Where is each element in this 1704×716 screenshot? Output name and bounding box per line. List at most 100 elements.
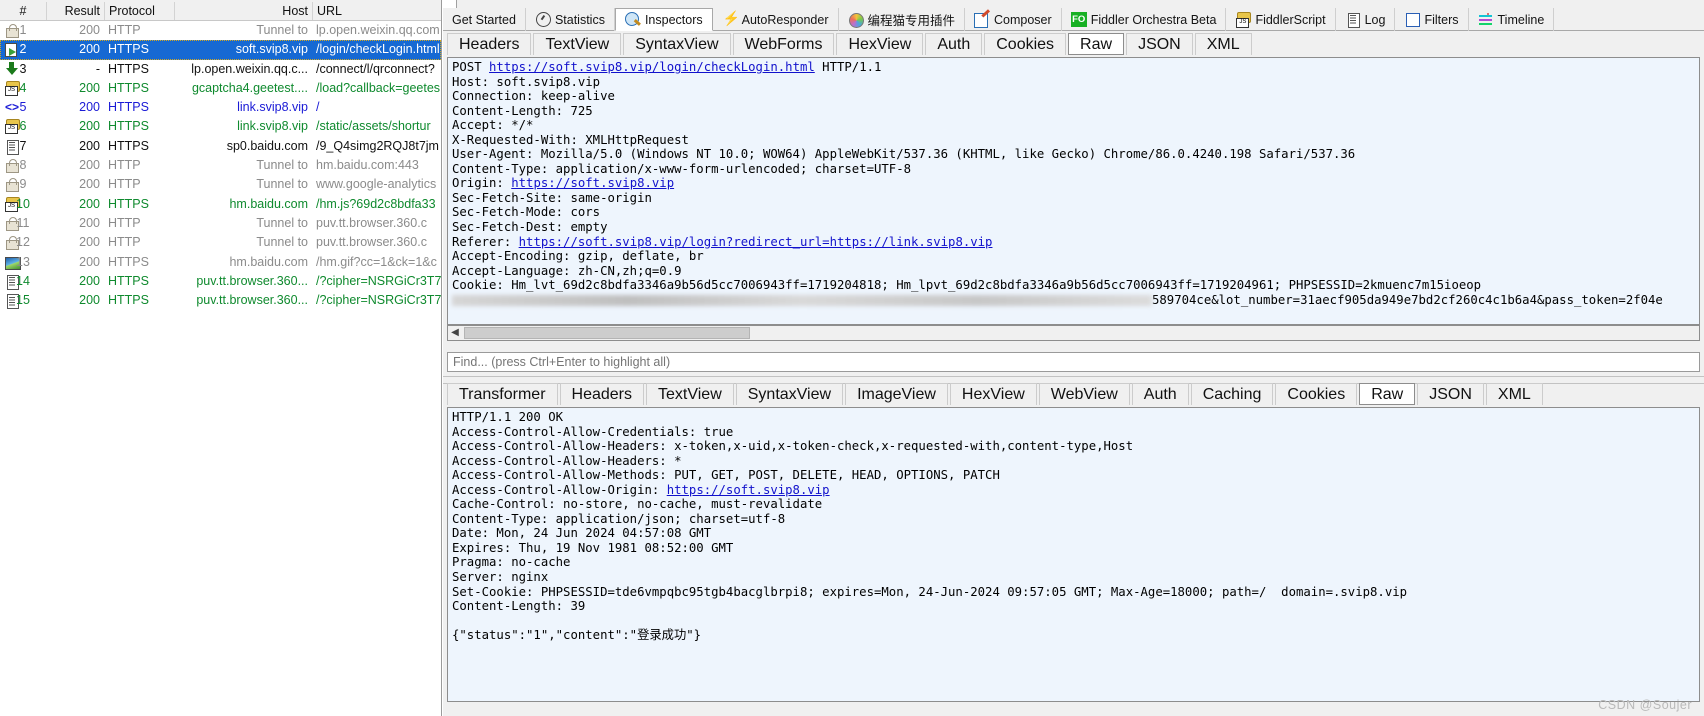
- column-header-num[interactable]: #: [0, 2, 46, 20]
- session-host: puv.tt.browser.360...: [196, 293, 308, 308]
- response-raw-line: Server: nginx: [452, 570, 549, 585]
- session-url: lp.open.weixin.qq.com: [316, 23, 440, 37]
- session-num: 7: [19, 138, 27, 153]
- request-tab-hexview[interactable]: HexView: [836, 33, 924, 55]
- request-tab-headers[interactable]: Headers: [447, 33, 532, 55]
- main-tab-filters[interactable]: Filters: [1395, 8, 1469, 31]
- stats-icon: [535, 11, 551, 28]
- session-url: /hm.gif?cc=1&ck=1&c: [316, 254, 437, 269]
- response-raw-line: Content-Type: application/json; charset=…: [452, 511, 786, 526]
- request-tab-json[interactable]: JSON: [1126, 33, 1193, 55]
- request-tab-syntaxview[interactable]: SyntaxView: [623, 33, 731, 55]
- response-raw-line: Access-Control-Allow-Methods: PUT, GET, …: [452, 468, 1000, 483]
- session-row[interactable]: 12 200 HTTP Tunnel to puv.tt.browser.360.c: [0, 233, 441, 252]
- response-raw-line: Pragma: no-cache: [452, 555, 571, 570]
- main-tab-inspectors[interactable]: Inspectors: [614, 8, 713, 31]
- request-raw-line: 589704ce&lot_number=31aecf905da949e7bd2c…: [452, 293, 1697, 308]
- session-num: 15: [16, 293, 30, 308]
- response-tab-caching[interactable]: Caching: [1190, 383, 1274, 405]
- session-row[interactable]: 13 200 HTTPS hm.baidu.com/hm.gif?cc=1&ck=1&…: [0, 253, 441, 272]
- response-tab-raw[interactable]: Raw: [1359, 383, 1416, 405]
- session-num: 3: [19, 61, 27, 76]
- main-tab-timeline[interactable]: Timeline: [1469, 8, 1555, 31]
- session-host: Tunnel to: [256, 23, 308, 37]
- response-tab-syntaxview[interactable]: SyntaxView: [735, 383, 844, 405]
- request-raw-line: User-Agent: Mozilla/5.0 (Windows NT 10.0…: [452, 147, 1356, 162]
- url-link[interactable]: https://soft.svip8.vip/login?redirect_ur…: [519, 235, 993, 249]
- main-tab-composer[interactable]: Composer: [965, 8, 1062, 31]
- time-icon: [1478, 12, 1494, 28]
- request-raw-line: Sec-Fetch-Site: same-origin: [452, 190, 652, 205]
- request-tab-cookies[interactable]: Cookies: [984, 33, 1067, 55]
- session-row[interactable]: 11 200 HTTP Tunnel to puv.tt.browser.360.c: [0, 214, 441, 233]
- response-tab-imageview[interactable]: ImageView: [845, 383, 948, 405]
- response-tab-cookies[interactable]: Cookies: [1275, 383, 1358, 405]
- find-input[interactable]: Find... (press Ctrl+Enter to highlight a…: [447, 352, 1700, 372]
- main-tab-label: Log: [1364, 12, 1386, 27]
- response-raw-view[interactable]: HTTP/1.1 200 OK Access-Control-Allow-Cred…: [447, 407, 1700, 702]
- session-row[interactable]: 14 200 HTTPS puv.tt.browser.360... /?cipher=…: [0, 272, 441, 291]
- request-tab-raw[interactable]: Raw: [1068, 33, 1125, 55]
- session-result: 200: [79, 158, 100, 173]
- url-link[interactable]: https://soft.svip8.vip/login/checkLogin.…: [489, 60, 815, 74]
- session-row[interactable]: 7 200 HTTPS sp0.baidu.com/9_Q4simg2RQJ8t7jm: [0, 137, 441, 156]
- scroll-left-arrow[interactable]: ◀: [448, 326, 462, 340]
- column-header-protocol[interactable]: Protocol: [104, 2, 174, 20]
- session-row[interactable]: 2 200 HTTPS soft.svip8.vip/login/checkLogin…: [0, 40, 441, 60]
- response-tab-webview[interactable]: WebView: [1038, 383, 1130, 405]
- column-header-result[interactable]: Result: [46, 2, 104, 20]
- session-row[interactable]: <> 5 200 HTTPS link.svip8.vip /: [0, 98, 441, 117]
- response-tab-json[interactable]: JSON: [1417, 383, 1484, 405]
- session-host: link.svip8.vip: [237, 119, 308, 134]
- session-result: 200: [79, 23, 100, 37]
- session-protocol: HTTPS: [108, 119, 149, 134]
- main-tab-get-started[interactable]: Get Started: [443, 8, 526, 31]
- request-tab-xml[interactable]: XML: [1194, 33, 1252, 55]
- session-row[interactable]: 8 200 HTTP Tunnel to hm.baidu.com:443: [0, 156, 441, 175]
- session-row[interactable]: 10 200 HTTPS hm.baidu.com/hm.js?69d2c8bdfa3…: [0, 195, 441, 214]
- request-hscrollbar[interactable]: ◀: [447, 325, 1700, 341]
- session-protocol: HTTPS: [108, 42, 149, 57]
- session-url: www.google-analytics: [316, 177, 437, 192]
- response-tab-xml[interactable]: XML: [1485, 383, 1543, 405]
- session-url: /9_Q4simg2RQJ8t7jm: [316, 138, 439, 153]
- request-raw-line: Accept: */*: [452, 118, 534, 133]
- main-tab-label: FiddlerScript: [1255, 12, 1326, 27]
- session-protocol: HTTP: [108, 158, 141, 173]
- request-raw-line: POST https://soft.svip8.vip/login/checkL…: [452, 60, 882, 74]
- session-row[interactable]: 15 200 HTTPS puv.tt.browser.360... /?cipher=…: [0, 291, 441, 310]
- main-tab-log[interactable]: Log: [1336, 8, 1396, 31]
- session-row[interactable]: 1 200 HTTP Tunnel to lp.open.weixin.qq.com: [0, 21, 441, 40]
- response-tab-transformer[interactable]: Transformer: [447, 383, 558, 405]
- column-header-url[interactable]: URL: [312, 2, 441, 20]
- response-tab-headers[interactable]: Headers: [559, 383, 645, 405]
- request-tab-webforms[interactable]: WebForms: [732, 33, 835, 55]
- request-tab-auth[interactable]: Auth: [925, 33, 983, 55]
- response-raw-line: Access-Control-Allow-Headers: x-token,x-…: [452, 439, 1134, 454]
- main-tab-fiddlerscript[interactable]: FiddlerScript: [1226, 8, 1336, 31]
- session-num: 2: [19, 42, 27, 57]
- url-link[interactable]: https://soft.svip8.vip: [667, 483, 830, 497]
- scroll-thumb[interactable]: [464, 327, 750, 339]
- session-url: /?cipher=NSRGiCr3T7: [316, 293, 442, 308]
- main-tab-fiddler-orchestra-beta[interactable]: Fiddler Orchestra Beta: [1062, 8, 1227, 31]
- main-tab-statistics[interactable]: Statistics: [526, 8, 615, 31]
- response-tab-auth[interactable]: Auth: [1131, 383, 1189, 405]
- request-raw-view[interactable]: POST https://soft.svip8.vip/login/checkL…: [447, 57, 1700, 325]
- fo-icon: [1070, 11, 1087, 28]
- session-url: /hm.js?69d2c8bdfa33: [316, 196, 436, 211]
- main-tab-autoresponder[interactable]: AutoResponder: [713, 8, 839, 31]
- url-link[interactable]: https://soft.svip8.vip: [511, 176, 674, 190]
- column-header-host[interactable]: Host: [174, 2, 312, 20]
- request-tab-textview[interactable]: TextView: [533, 33, 622, 55]
- session-result: 200: [79, 273, 100, 288]
- session-row[interactable]: 3 - HTTPS lp.open.weixin.qq.c... /connect/l/…: [0, 60, 441, 79]
- session-row[interactable]: 4 200 HTTPS gcaptcha4.geetest.... /load?call…: [0, 79, 441, 98]
- session-row[interactable]: 9 200 HTTP Tunnel to www.google-analytics: [0, 175, 441, 194]
- session-row[interactable]: 6 200 HTTPS link.svip8.vip/static/assets/sh…: [0, 117, 441, 136]
- main-tab-[interactable]: 编程猫专用插件: [839, 8, 966, 31]
- fiddler-window: # Result Protocol Host URL 1 200 HTTP Tunne…: [0, 0, 1704, 716]
- session-num: 10: [16, 196, 30, 211]
- response-tab-textview[interactable]: TextView: [646, 383, 734, 405]
- response-tab-hexview[interactable]: HexView: [949, 383, 1037, 405]
